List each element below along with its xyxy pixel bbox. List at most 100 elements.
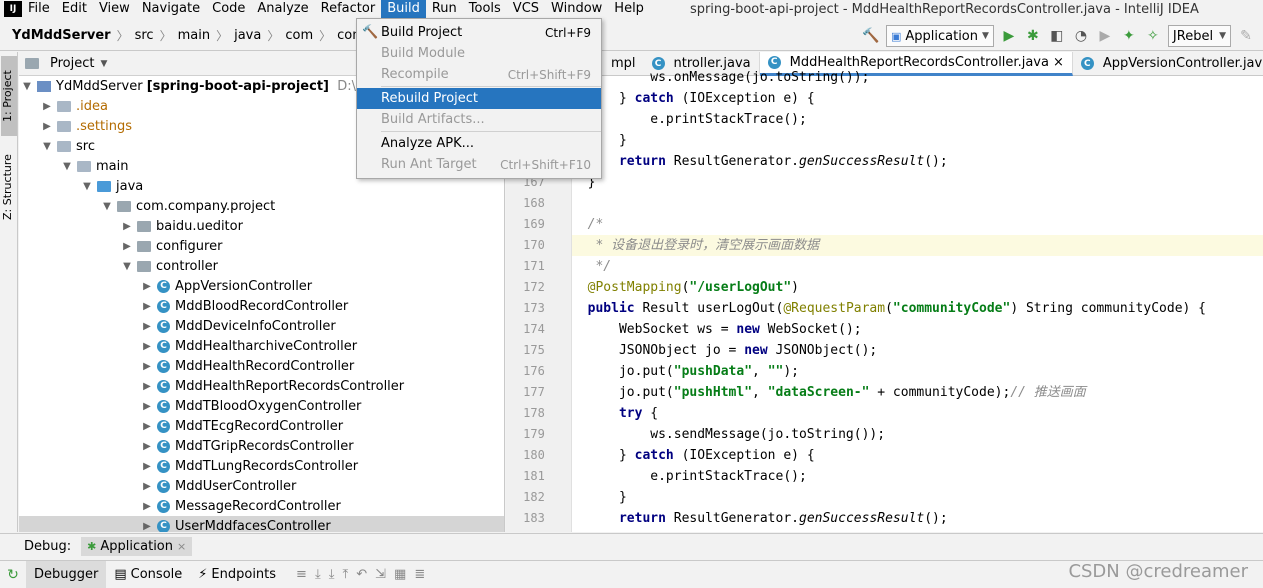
menu-help[interactable]: Help — [608, 0, 650, 18]
tree-item-label: UserMddfacesController — [175, 518, 331, 533]
run-config-selector[interactable]: ▣ Application ▼ — [885, 25, 994, 47]
drop-frame-icon[interactable]: ↶ — [356, 567, 367, 582]
menu-separator — [381, 131, 601, 132]
debug-tab-console[interactable]: ▤ Console — [106, 561, 190, 588]
root-project: [spring-boot-api-project] — [146, 78, 329, 94]
tree-item[interactable]: ▶ C MddDeviceInfoController — [19, 316, 504, 336]
class-icon: C — [157, 379, 170, 393]
tree-item[interactable]: ▶ C MessageRecordController — [19, 496, 504, 516]
tree-item[interactable]: ▶ C MddHealtharchiveController — [19, 336, 504, 356]
breadcrumb-item[interactable]: YdMddServer — [8, 28, 115, 43]
tree-item[interactable]: ▶ C AppVersionController — [19, 276, 504, 296]
tree-item[interactable]: ▶ C UserMddfacesController — [19, 516, 504, 532]
step-into-icon[interactable]: ⤓ — [315, 567, 321, 582]
debug-tab-endpoints[interactable]: ⚡ Endpoints — [190, 561, 284, 588]
line-number: 178 — [523, 406, 545, 420]
menu-refactor[interactable]: Refactor — [315, 0, 382, 18]
debug-app-tab[interactable]: ✱ Application × — [81, 537, 193, 556]
menu-tools[interactable]: Tools — [463, 0, 507, 18]
window-title: spring-boot-api-project - MddHealthRepor… — [689, 1, 1199, 17]
build-menu-item[interactable]: Rebuild Project — [357, 88, 601, 109]
step-over-icon[interactable]: ≡ — [296, 567, 307, 582]
hammer-icon: 🔨 — [362, 25, 379, 40]
tree-item-label: AppVersionController — [175, 278, 313, 294]
hammer-icon[interactable]: 🔨 — [862, 27, 880, 45]
tree-item[interactable]: ▼ com.company.project — [19, 196, 504, 216]
jrebel-debug-icon[interactable]: ✧ — [1144, 27, 1162, 45]
debug-tab-debugger[interactable]: Debugger — [26, 560, 107, 588]
jrebel-label: JRebel — [1172, 28, 1214, 44]
breadcrumb-item[interactable]: java — [230, 28, 265, 43]
tree-item[interactable]: ▶ C MddTBloodOxygenController — [19, 396, 504, 416]
tab-structure[interactable]: Z: Structure — [1, 144, 17, 230]
build-pencil-icon[interactable]: ✎ — [1237, 27, 1255, 45]
menu-vcs[interactable]: VCS — [507, 0, 545, 18]
build-menu-item[interactable]: Analyze APK... — [357, 133, 601, 154]
tree-item-label: MessageRecordController — [175, 498, 341, 514]
code-area[interactable]: ws.onMessage(jo.toString()); } catch (IO… — [572, 70, 1263, 532]
breadcrumb-item[interactable]: main — [174, 28, 214, 43]
step-out-icon[interactable]: ⤒ — [342, 567, 348, 582]
tree-item-label: main — [96, 158, 129, 174]
code-line: jo.put("pushData", ""); — [572, 364, 799, 379]
folder-icon — [57, 140, 71, 152]
rerun-icon[interactable]: ↻ — [4, 566, 22, 584]
tree-item[interactable]: ▶ C MddHealthRecordController — [19, 356, 504, 376]
evaluate-icon[interactable]: ▦ — [394, 567, 406, 582]
tree-item[interactable]: ▶ C MddTGripRecordsController — [19, 436, 504, 456]
force-step-icon[interactable]: ⤓ — [329, 567, 335, 582]
menu-view[interactable]: View — [93, 0, 136, 18]
run-icon[interactable]: ▶ — [1000, 27, 1018, 45]
menu-build[interactable]: Build — [381, 0, 426, 18]
tree-item[interactable]: ▶ C MddTLungRecordsController — [19, 456, 504, 476]
stop-icon[interactable]: ▶ — [1096, 27, 1114, 45]
bug-icon: ✱ — [87, 540, 97, 553]
tree-item[interactable]: ▼ controller — [19, 256, 504, 276]
tree-item-label: MddHealthReportRecordsController — [175, 378, 405, 394]
breadcrumb-item[interactable]: com — [281, 28, 317, 43]
tree-item[interactable]: ▶ C MddBloodRecordController — [19, 296, 504, 316]
menu-separator — [381, 86, 601, 87]
debug-icon[interactable]: ✱ — [1024, 27, 1042, 45]
build-menu-item: Build Artifacts... — [357, 109, 601, 130]
tree-item[interactable]: ▶ C MddUserController — [19, 476, 504, 496]
menu-window[interactable]: Window — [545, 0, 608, 18]
tree-item[interactable]: ▶ C MddTEcgRecordController — [19, 416, 504, 436]
breadcrumb-item[interactable]: src — [131, 28, 158, 43]
chevron-right-icon: ▶ — [143, 380, 151, 392]
debug-tab-list: Debugger ▤ Console ⚡ Endpoints — [26, 560, 284, 588]
breadcrumb-separator: 〉 — [116, 29, 129, 43]
debug-app-label: Application — [100, 539, 173, 554]
line-number: 175 — [523, 343, 545, 357]
menu-code[interactable]: Code — [206, 0, 251, 18]
breadcrumb-separator: 〉 — [216, 29, 229, 43]
tree-item-label: MddHealtharchiveController — [175, 338, 358, 354]
chevron-right-icon: ▶ — [143, 480, 151, 492]
run-to-cursor-icon[interactable]: ⇲ — [375, 567, 386, 582]
breadcrumb-separator: 〉 — [159, 29, 172, 43]
folder-icon — [57, 100, 71, 112]
coverage-icon[interactable]: ◧ — [1048, 27, 1066, 45]
tree-item[interactable]: ▶ baidu.ueditor — [19, 216, 504, 236]
profile-icon[interactable]: ◔ — [1072, 27, 1090, 45]
tab-project[interactable]: 1: Project — [1, 56, 17, 136]
chevron-right-icon: ▶ — [143, 320, 151, 332]
line-number: 176 — [523, 364, 545, 378]
menu-navigate[interactable]: Navigate — [136, 0, 206, 18]
close-icon[interactable]: × — [177, 540, 186, 553]
menu-edit[interactable]: Edit — [56, 0, 93, 18]
jrebel-selector[interactable]: JRebel ▼ — [1167, 25, 1231, 47]
trace-icon[interactable]: ≣ — [414, 567, 425, 582]
menu-analyze[interactable]: Analyze — [251, 0, 314, 18]
menu-file[interactable]: File — [22, 0, 56, 18]
tree-item[interactable]: ▼ java — [19, 176, 504, 196]
code-line: } catch (IOException e) { — [572, 448, 815, 463]
chevron-right-icon: ▶ — [143, 300, 151, 312]
build-menu-item[interactable]: 🔨 Build Project Ctrl+F9 — [357, 22, 601, 43]
menu-run[interactable]: Run — [426, 0, 463, 18]
class-icon: C — [157, 459, 170, 473]
code-line: } — [572, 490, 627, 505]
tree-item[interactable]: ▶ configurer — [19, 236, 504, 256]
jrebel-run-icon[interactable]: ✦ — [1120, 27, 1138, 45]
tree-item[interactable]: ▶ C MddHealthReportRecordsController — [19, 376, 504, 396]
